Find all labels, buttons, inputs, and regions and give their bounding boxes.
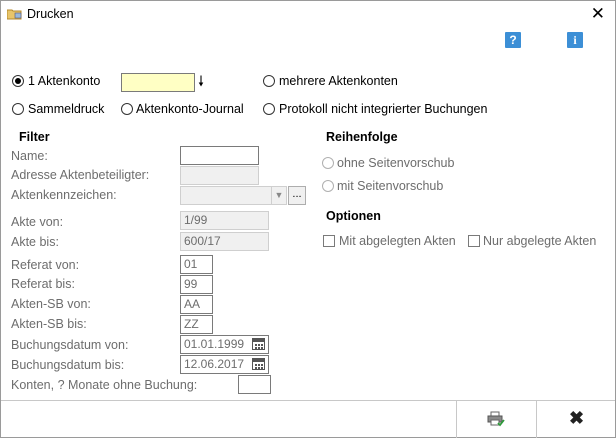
- button-bar: ✖: [1, 400, 615, 438]
- adresse-label: Adresse Aktenbeteiligter:: [11, 168, 150, 182]
- adresse-input[interactable]: [180, 166, 259, 185]
- nur-abgelegte-checkbox[interactable]: [468, 235, 480, 247]
- kennzeichen-label: Aktenkennzeichen:: [11, 188, 117, 202]
- sb-bis-input[interactable]: ZZ: [180, 315, 213, 334]
- referat-bis-label: Referat bis:: [11, 277, 75, 291]
- mehrere-label: mehrere Aktenkonten: [279, 74, 398, 88]
- sammeldruck-label: Sammeldruck: [28, 102, 105, 116]
- chevron-down-icon[interactable]: ▼: [271, 186, 287, 205]
- referat-von-label: Referat von:: [11, 258, 80, 272]
- ohne-seitenvorschub-label: ohne Seitenvorschub: [337, 156, 455, 170]
- konten-label: Konten, ? Monate ohne Buchung:: [11, 378, 198, 392]
- window-title: Drucken: [27, 7, 74, 21]
- akte-bis-label: Akte bis:: [11, 235, 59, 249]
- kennzeichen-browse-button[interactable]: ...: [288, 186, 306, 205]
- optionen-heading: Optionen: [326, 209, 381, 223]
- buchung-von-label: Buchungsdatum von:: [11, 338, 129, 352]
- arrow-down-icon[interactable]: 🠗: [198, 71, 204, 95]
- akte-von-label: Akte von:: [11, 215, 64, 229]
- radio-ohne-seitenvorschub[interactable]: [322, 157, 334, 169]
- buchung-bis-label: Buchungsdatum bis:: [11, 358, 125, 372]
- title-bar: Drucken ✕: [1, 1, 615, 29]
- radio-mit-seitenvorschub[interactable]: [322, 180, 334, 192]
- journal-label: Aktenkonto-Journal: [136, 102, 244, 116]
- printer-icon: [487, 411, 505, 427]
- referat-bis-input[interactable]: 99: [180, 275, 213, 294]
- aktenkonto-input[interactable]: [121, 73, 195, 92]
- radio-aktenkonto[interactable]: [12, 75, 24, 87]
- mit-abgelegten-label: Mit abgelegten Akten: [339, 234, 456, 248]
- sb-von-label: Akten-SB von:: [11, 297, 91, 311]
- close-icon: ✖: [569, 408, 585, 428]
- calendar-icon[interactable]: [252, 338, 265, 350]
- radio-protokoll[interactable]: [263, 103, 275, 115]
- name-label: Name:: [11, 149, 48, 163]
- mit-seitenvorschub-label: mit Seitenvorschub: [337, 179, 444, 193]
- radio-journal[interactable]: [121, 103, 133, 115]
- print-dialog: Drucken ✕ ? i 1 Aktenkonto 🠗 mehrere Akt…: [0, 0, 616, 438]
- radio-mehrere[interactable]: [263, 75, 275, 87]
- filter-heading: Filter: [19, 130, 50, 144]
- mit-abgelegten-checkbox[interactable]: [323, 235, 335, 247]
- print-button[interactable]: [457, 401, 536, 438]
- print-folder-icon: [7, 9, 22, 20]
- sb-bis-label: Akten-SB bis:: [11, 317, 87, 331]
- cancel-button[interactable]: ✖: [537, 401, 615, 438]
- referat-von-input[interactable]: 01: [180, 255, 213, 274]
- calendar-icon[interactable]: [252, 358, 265, 370]
- nur-abgelegte-label: Nur abgelegte Akten: [483, 234, 597, 248]
- help-icon[interactable]: ?: [505, 32, 521, 48]
- protokoll-label: Protokoll nicht integrierter Buchungen: [279, 102, 488, 116]
- reihenfolge-heading: Reihenfolge: [326, 130, 398, 144]
- kennzeichen-select[interactable]: [180, 186, 272, 205]
- info-icon[interactable]: i: [567, 32, 583, 48]
- akte-von-input[interactable]: 1/99: [180, 211, 269, 230]
- akte-bis-input[interactable]: 600/17: [180, 232, 269, 251]
- name-input[interactable]: [180, 146, 259, 165]
- close-icon[interactable]: ✕: [591, 4, 605, 24]
- konten-input[interactable]: [238, 375, 271, 394]
- aktenkonto-label: 1 Aktenkonto: [28, 74, 101, 88]
- sb-von-input[interactable]: AA: [180, 295, 213, 314]
- radio-sammeldruck[interactable]: [12, 103, 24, 115]
